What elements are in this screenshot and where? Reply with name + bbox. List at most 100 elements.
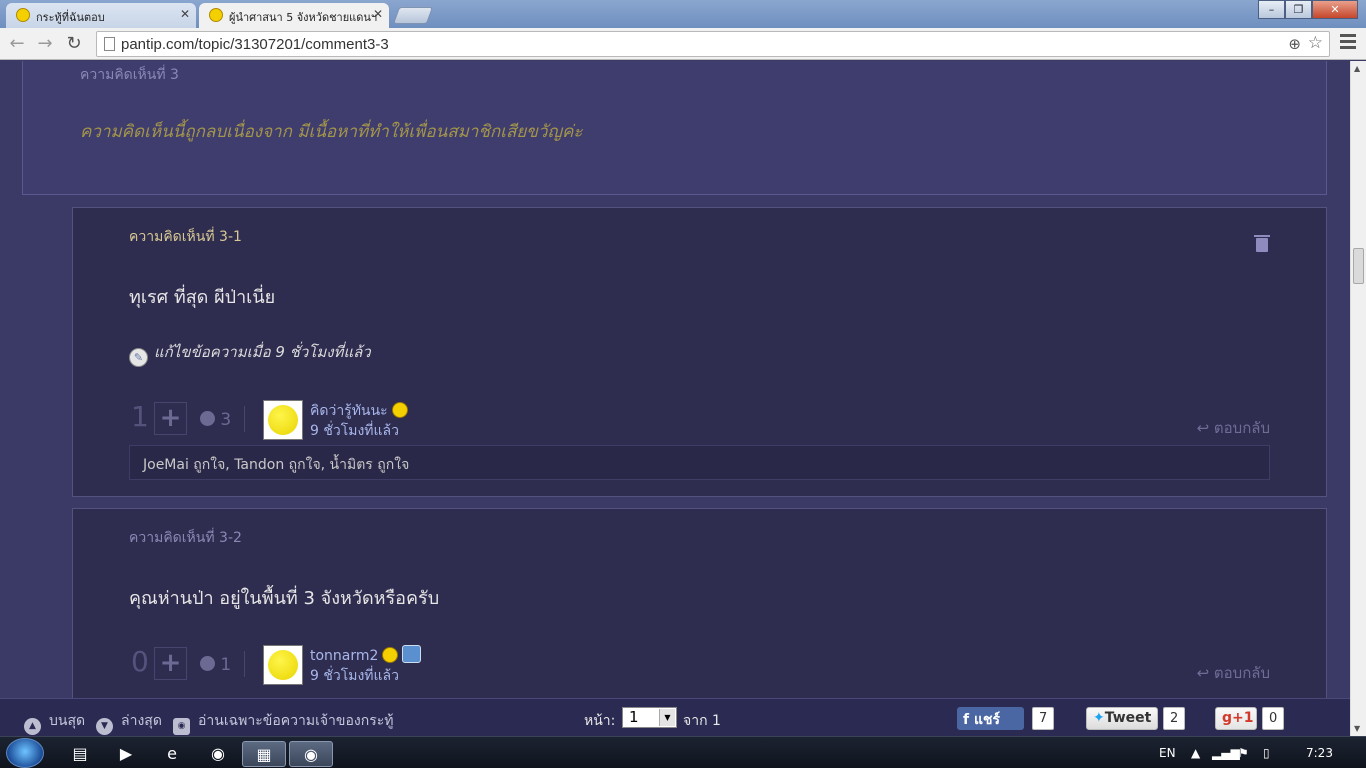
- tab-my-replies[interactable]: กระทู้ที่ฉันตอบ ✕: [6, 3, 196, 28]
- scroll-down-icon[interactable]: ▼: [1354, 724, 1360, 733]
- plus-vote-button[interactable]: +: [154, 647, 187, 680]
- close-tab-icon[interactable]: ✕: [180, 7, 190, 21]
- forward-arrow-icon[interactable]: →: [34, 33, 56, 55]
- owner-only-button[interactable]: ◉ อ่านเฉพาะข้อความเจ้าของกระทู้: [173, 710, 393, 735]
- maximize-button[interactable]: ❐: [1285, 0, 1312, 19]
- avatar[interactable]: [263, 645, 303, 685]
- down-arrow-icon: ▼: [96, 718, 113, 735]
- smiley-badge-icon: [382, 647, 399, 663]
- chevron-down-icon: ▼: [659, 709, 675, 726]
- tray-expand-icon[interactable]: ▲: [1191, 746, 1200, 760]
- reply-label: ตอบกลับ: [1213, 419, 1270, 437]
- new-tab-button[interactable]: [392, 7, 434, 24]
- tab-current-topic[interactable]: ผู้นำศาสนา 5 จังหวัดชายแดนฯ ✕: [199, 3, 389, 29]
- post-time[interactable]: 9 ชั่วโมงที่แล้ว: [310, 420, 399, 442]
- page-label: หน้า:: [584, 713, 616, 729]
- url-text[interactable]: pantip.com/topic/31307201/comment3-3: [121, 36, 389, 53]
- edited-note-text: แก้ไขข้อความเมื่อ 9 ชั่วโมงที่แล้ว: [154, 343, 371, 361]
- emotion-count: 1: [220, 655, 232, 675]
- google-plus-icon: g: [1222, 710, 1233, 726]
- media-player-icon[interactable]: ▶: [104, 741, 148, 767]
- facebook-share-button[interactable]: f แชร์: [957, 707, 1024, 730]
- smiley-favicon-icon: [209, 8, 223, 22]
- clock[interactable]: 7:23: [1306, 746, 1333, 760]
- tab-title: กระทู้ที่ฉันตอบ: [36, 11, 105, 24]
- page-content: ความคิดเห็นที่ 3 ความคิดเห็นนี้ถูกลบเนื่…: [0, 61, 1350, 698]
- windows-taskbar: ▤ ▶ e ◉ ▦ ◉ EN ▲ ▂▄▆ ⚑ ▯ 7:23: [0, 736, 1366, 768]
- google-plus-label: +1: [1232, 710, 1254, 726]
- scroll-thumb[interactable]: [1353, 248, 1364, 284]
- battery-icon[interactable]: ▯: [1263, 746, 1270, 760]
- scroll-up-icon[interactable]: ▲: [1354, 64, 1360, 73]
- action-center-flag-icon[interactable]: ⚑: [1238, 746, 1249, 760]
- file-explorer-icon[interactable]: ▤: [58, 741, 102, 767]
- twitter-bird-icon: ✦: [1093, 710, 1105, 726]
- window-controls: – ❐ ✕: [1258, 0, 1358, 19]
- reply-body: คุณห่านป่า อยู่ในพื้นที่ 3 จังหวัดหรือคร…: [129, 588, 440, 609]
- page-select[interactable]: 1 ▼: [622, 707, 677, 728]
- avatar[interactable]: [263, 400, 303, 440]
- page-scrollbar[interactable]: ▲ ▼: [1350, 61, 1366, 736]
- network-signal-icon[interactable]: ▂▄▆: [1212, 746, 1240, 760]
- author-name-text[interactable]: คิดว่ารู้ทันนะ: [310, 403, 388, 419]
- windows-start-button[interactable]: [6, 738, 44, 768]
- close-tab-icon[interactable]: ✕: [373, 7, 383, 21]
- author-name-text[interactable]: tonnarm2: [310, 648, 378, 664]
- emotion-face-icon: [200, 656, 215, 671]
- trash-icon[interactable]: [1254, 235, 1270, 252]
- page-select-value: 1: [629, 708, 639, 726]
- smiley-badge-icon: [391, 402, 408, 418]
- facebook-icon: f: [963, 712, 970, 728]
- reply-arrow-icon: ↩: [1196, 419, 1210, 437]
- comment-number: ความคิดเห็นที่ 3: [80, 67, 179, 83]
- chrome-icon[interactable]: ◉: [196, 741, 240, 767]
- chrome-active-window-icon[interactable]: ◉: [289, 741, 333, 767]
- vote-count: 1: [131, 400, 149, 433]
- edit-info-icon: ✎: [129, 348, 148, 367]
- scroll-top-button[interactable]: ▲ บนสุด: [24, 710, 85, 735]
- image-viewer-icon[interactable]: ▦: [242, 741, 286, 767]
- smiley-favicon-icon: [16, 8, 30, 22]
- reply-button[interactable]: ↩ ตอบกลับ: [1197, 661, 1270, 685]
- facebook-share-label: แชร์: [973, 712, 1001, 728]
- reply-button[interactable]: ↩ ตอบกลับ: [1197, 416, 1270, 440]
- emotion-counter[interactable]: 3: [200, 410, 231, 430]
- topic-bottom-bar: ▲ บนสุด ▼ ล่างสุด ◉ อ่านเฉพาะข้อความเจ้าของ…: [0, 698, 1350, 736]
- reply-body: ทุเรศ ที่สุด ผีป่าเนี่ย: [129, 287, 276, 308]
- tweet-button[interactable]: ✦Tweet: [1086, 707, 1158, 730]
- up-arrow-icon: ▲: [24, 718, 41, 735]
- divider: [244, 406, 245, 432]
- comment-number[interactable]: ความคิดเห็นที่ 3-2: [129, 527, 242, 549]
- emotion-count: 3: [220, 410, 232, 430]
- address-bar[interactable]: pantip.com/topic/31307201/comment3-3 ⊕ ☆: [96, 31, 1330, 57]
- minimize-button[interactable]: –: [1258, 0, 1285, 19]
- google-plus-button[interactable]: g+1: [1215, 707, 1257, 730]
- reply-arrow-icon: ↩: [1196, 664, 1210, 682]
- internet-explorer-icon[interactable]: e: [150, 741, 194, 767]
- bottom-label: ล่างสุด: [121, 713, 162, 729]
- reload-icon[interactable]: ↻: [63, 33, 85, 55]
- likes-list: JoeMai ถูกใจ, Tandon ถูกใจ, น้ำมิตร ถูกใ…: [129, 445, 1270, 480]
- google-plus-count: 0: [1262, 707, 1285, 730]
- bookmark-star-icon[interactable]: ☆: [1308, 33, 1323, 53]
- emotion-counter[interactable]: 1: [200, 655, 231, 675]
- comment-number[interactable]: ความคิดเห็นที่ 3-1: [129, 226, 242, 248]
- author-name[interactable]: tonnarm2: [310, 645, 422, 664]
- scroll-bottom-button[interactable]: ▼ ล่างสุด: [96, 710, 162, 735]
- author-name[interactable]: คิดว่ารู้ทันนะ: [310, 400, 408, 422]
- chrome-menu-icon[interactable]: [1340, 34, 1356, 52]
- back-arrow-icon[interactable]: ←: [6, 33, 28, 55]
- reply-3-2: ความคิดเห็นที่ 3-2 คุณห่านป่า อยู่ในพื้น…: [72, 508, 1327, 698]
- vote-count: 0: [131, 645, 149, 678]
- zoom-icon[interactable]: ⊕: [1288, 35, 1301, 53]
- plus-vote-button[interactable]: +: [154, 402, 187, 435]
- language-indicator[interactable]: EN: [1159, 746, 1176, 760]
- post-time[interactable]: 9 ชั่วโมงที่แล้ว: [310, 665, 399, 687]
- page-total-label: จาก 1: [683, 713, 721, 729]
- reply-3-1: ความคิดเห็นที่ 3-1 ทุเรศ ที่สุด ผีป่าเนี…: [72, 207, 1327, 497]
- close-window-button[interactable]: ✕: [1312, 0, 1358, 19]
- tweet-count: 2: [1163, 707, 1186, 730]
- member-badge-icon: [402, 645, 422, 663]
- divider: [244, 651, 245, 677]
- browser-toolbar: ← → ↻ pantip.com/topic/31307201/comment3…: [0, 28, 1366, 60]
